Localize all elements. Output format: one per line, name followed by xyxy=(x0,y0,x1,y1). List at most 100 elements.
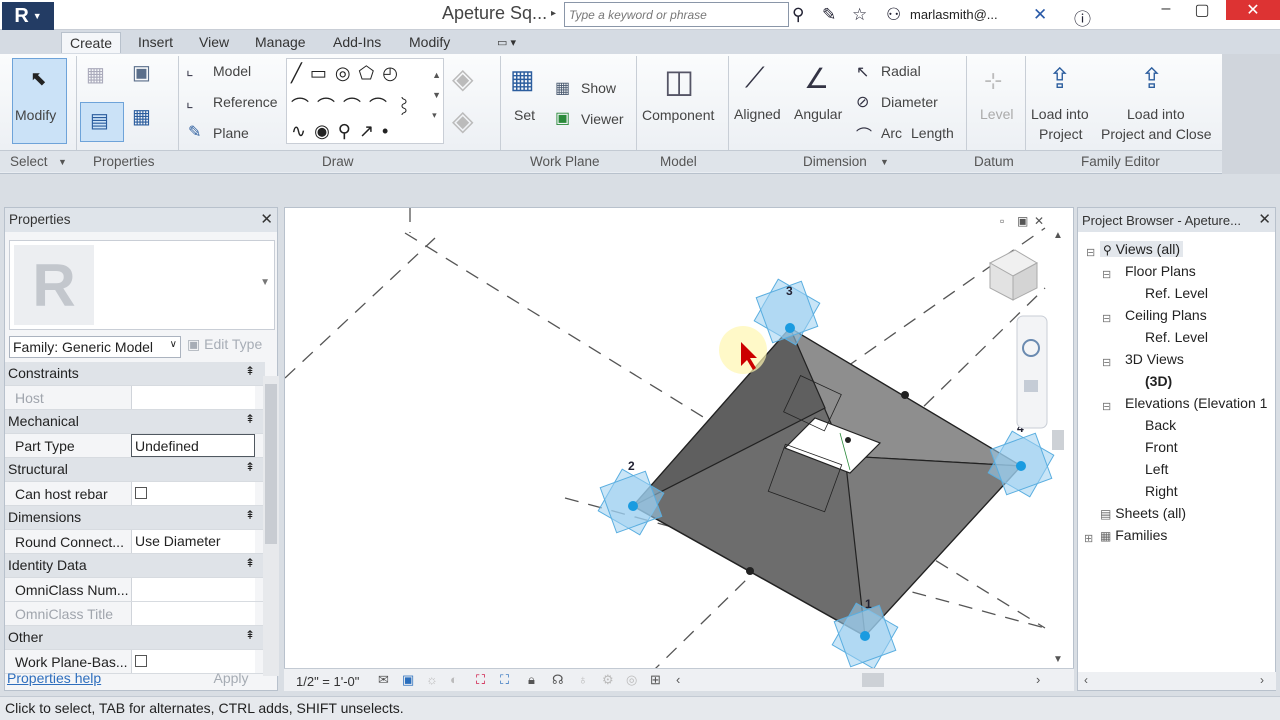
load-and-close-button[interactable]: Load into xyxy=(1127,106,1185,122)
collapse-icon[interactable]: ⊟ xyxy=(1102,400,1111,413)
tree-node-3d[interactable]: (3D) xyxy=(1145,373,1172,389)
tree-node-left[interactable]: Left xyxy=(1145,461,1168,477)
diameter-button[interactable]: Diameter xyxy=(881,94,938,110)
tab-insert[interactable]: Insert xyxy=(138,34,173,50)
tree-node-3d-views[interactable]: 3D Views xyxy=(1125,351,1184,367)
lock-3d-icon[interactable]: 🔒︎ xyxy=(528,672,535,688)
search-input[interactable]: Type a keyword or phrase xyxy=(564,2,789,27)
apply-button[interactable]: Apply xyxy=(186,668,276,690)
view-scale[interactable]: 1/2" = 1'-0" xyxy=(296,674,359,689)
crop-view-icon[interactable]: ⛶ xyxy=(476,672,485,688)
component-button[interactable]: Component xyxy=(642,107,714,123)
binoculars-icon[interactable]: ⚲ xyxy=(792,5,804,25)
temporary-hide-icon[interactable]: ☊ xyxy=(552,672,564,688)
property-row[interactable]: OmniClass Title xyxy=(5,602,265,626)
scroll-right-icon[interactable]: › xyxy=(1036,672,1040,687)
tree-node-sheets[interactable]: ▤ Sheets (all) xyxy=(1100,505,1186,521)
work-plane-based-checkbox[interactable] xyxy=(135,655,147,667)
reveal-hidden-icon[interactable]: ♁ xyxy=(578,672,588,687)
favorites-star-icon[interactable]: ☆ xyxy=(852,5,867,25)
tab-add-ins[interactable]: Add-Ins xyxy=(333,34,381,50)
show-crop-icon[interactable]: ⛶ xyxy=(500,672,509,688)
type-properties-icon[interactable]: ▦ xyxy=(132,104,151,129)
view-minimize-icon[interactable]: ▫ xyxy=(1000,214,1004,228)
gallery-scroll-icon[interactable]: ▲ ▼ ▾ xyxy=(432,65,441,125)
draw-shapes-row-2[interactable]: ⌒⌒⌒⌒⌇ xyxy=(291,93,421,119)
tree-node-ceiling-plans[interactable]: Ceiling Plans xyxy=(1125,307,1207,323)
viewport-vertical-scrollbar[interactable]: ▲ ▼ xyxy=(1050,230,1066,668)
close-button[interactable]: ✕ xyxy=(1226,0,1280,20)
can-host-rebar-checkbox[interactable] xyxy=(135,487,147,499)
arc-button[interactable]: Arc xyxy=(881,125,902,141)
panel-label-dimension[interactable]: Dimension xyxy=(803,154,867,169)
collapse-icon[interactable]: ⊟ xyxy=(1102,356,1111,369)
draw-shapes-row-1[interactable]: ╱▭◎⬠◴ xyxy=(291,63,406,84)
tab-create[interactable]: Create xyxy=(61,32,122,53)
title-expand-icon[interactable]: ▸ xyxy=(551,8,556,19)
family-types-icon[interactable]: ▣ xyxy=(132,60,151,85)
edit-type-button[interactable]: ▣ Edit Type xyxy=(187,336,262,353)
level-button[interactable]: Level xyxy=(980,106,1013,122)
tree-node-families[interactable]: ▦ Families xyxy=(1100,527,1167,543)
ribbon-toggle-icon[interactable]: ▭ ▾ xyxy=(497,36,516,49)
group-identity-data[interactable]: Identity Data ⇞ xyxy=(5,554,265,578)
part-type-field[interactable]: Undefined xyxy=(131,434,255,457)
tree-node-ceiling-ref-level[interactable]: Ref. Level xyxy=(1145,329,1208,345)
tree-node-floor-ref-level[interactable]: Ref. Level xyxy=(1145,285,1208,301)
set-button[interactable]: Set xyxy=(514,107,535,123)
properties-scrollbar[interactable] xyxy=(263,376,279,676)
tree-node-back[interactable]: Back xyxy=(1145,417,1176,433)
tree-node-front[interactable]: Front xyxy=(1145,439,1178,455)
property-row[interactable]: Host xyxy=(5,386,265,410)
detail-level-icon[interactable]: ✉ xyxy=(378,672,389,688)
model-line-button[interactable]: Model xyxy=(213,63,251,79)
properties-close-icon[interactable]: ✕ xyxy=(260,210,273,228)
group-structural[interactable]: Structural ⇞ xyxy=(5,458,265,482)
tab-manage[interactable]: Manage xyxy=(255,34,306,50)
restore-button[interactable]: ▢ xyxy=(1180,0,1224,20)
user-icon[interactable]: ⚇ xyxy=(886,5,901,25)
help-icon[interactable]: ⓘ xyxy=(1074,5,1091,30)
view-cube[interactable] xyxy=(988,249,1039,301)
scroll-down-icon[interactable]: ▼ xyxy=(1053,654,1063,665)
user-name[interactable]: marlasmith@... xyxy=(910,7,998,22)
group-dimensions[interactable]: Dimensions ⇞ xyxy=(5,506,265,530)
family-filter-select[interactable]: Family: Generic Model ∨ xyxy=(9,336,181,358)
load-into-project-button[interactable]: Load into xyxy=(1031,106,1089,122)
application-menu-button[interactable]: R ▼ xyxy=(2,2,54,30)
show-button[interactable]: Show xyxy=(581,80,616,96)
properties-help-link[interactable]: Properties help xyxy=(7,670,101,686)
scroll-up-icon[interactable]: ▲ xyxy=(1053,230,1063,241)
viewer-button[interactable]: Viewer xyxy=(581,111,624,127)
radial-button[interactable]: Radial xyxy=(881,63,921,79)
visual-style-icon[interactable]: ▣ xyxy=(402,672,414,688)
tree-node-views-all[interactable]: ⚲ Views (all) xyxy=(1100,241,1183,257)
view-restore-icon[interactable]: ▣ xyxy=(1017,214,1028,228)
property-row[interactable]: OmniClass Num... xyxy=(5,578,265,602)
scroll-right-icon[interactable]: › xyxy=(1260,673,1264,687)
tab-view[interactable]: View xyxy=(199,34,229,50)
scroll-thumb[interactable] xyxy=(1052,430,1064,450)
property-row[interactable]: Round Connect... Use Diameter xyxy=(5,530,265,554)
exchange-icon[interactable]: ✕ xyxy=(1033,5,1047,25)
tab-modify[interactable]: Modify xyxy=(409,34,450,50)
navigation-bar[interactable] xyxy=(1016,315,1048,429)
project-browser-scrollbar[interactable]: ‹ › xyxy=(1078,672,1276,690)
property-row[interactable]: Can host rebar xyxy=(5,482,265,506)
3d-viewport[interactable]: 1 2 3 4 xyxy=(284,207,1074,691)
draw-shapes-row-3[interactable]: ∿◉⚲↗• xyxy=(291,121,396,142)
model-canvas[interactable]: 1 2 3 4 xyxy=(285,208,1074,691)
scroll-left-icon[interactable]: ‹ xyxy=(676,672,680,687)
aligned-button[interactable]: Aligned xyxy=(734,106,781,122)
group-mechanical[interactable]: Mechanical ⇞ xyxy=(5,410,265,434)
panel-label-select[interactable]: Select xyxy=(10,154,48,169)
tree-node-floor-plans[interactable]: Floor Plans xyxy=(1125,263,1196,279)
shadows-icon[interactable]: ◐ xyxy=(450,672,458,687)
collapse-icon[interactable]: ⊟ xyxy=(1086,246,1095,259)
tree-node-right[interactable]: Right xyxy=(1145,483,1178,499)
highlight-icon[interactable]: ◎ xyxy=(626,672,637,688)
horizontal-scroll-thumb[interactable] xyxy=(862,673,884,687)
sun-path-icon[interactable]: ☼ xyxy=(426,672,438,687)
view-close-icon[interactable]: ✕ xyxy=(1034,214,1044,228)
dimension-dropdown-icon[interactable]: ▼ xyxy=(880,157,889,167)
